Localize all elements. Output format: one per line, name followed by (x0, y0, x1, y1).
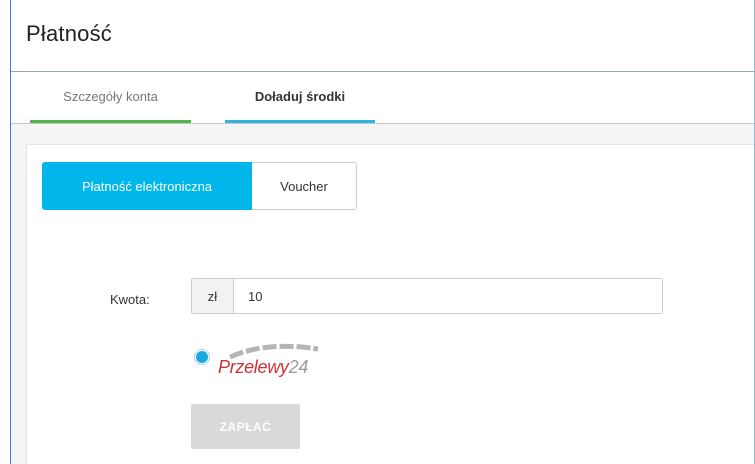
tab-bar: Szczegóły konta Doładuj środki (11, 72, 754, 124)
amount-label: Kwota: (110, 292, 150, 307)
voucher-button[interactable]: Voucher (252, 162, 357, 210)
amount-input[interactable] (234, 279, 662, 313)
provider-radio[interactable] (194, 349, 210, 365)
pay-button[interactable]: ZAPŁAĆ (191, 404, 300, 449)
electronic-payment-button[interactable]: Płatność elektroniczna (42, 162, 252, 210)
przelewy24-logo: Przelewy24 (218, 343, 328, 383)
content-area: Płatność elektroniczna Voucher Kwota: zł… (11, 124, 754, 464)
tab-account-details[interactable]: Szczegóły konta (30, 72, 191, 123)
logo-text-primary: Przelewy (218, 357, 289, 377)
logo-text-secondary: 24 (288, 357, 309, 377)
top-up-panel: Płatność elektroniczna Voucher Kwota: zł… (26, 144, 754, 464)
page-title: Płatność (26, 21, 112, 46)
payment-window: Płatność Szczegóły konta Doładuj środki … (10, 0, 755, 464)
tab-top-up[interactable]: Doładuj środki (225, 72, 375, 123)
currency-addon: zł (192, 279, 234, 313)
payment-method-toggle: Płatność elektroniczna Voucher (42, 162, 357, 210)
radio-selected-dot (196, 351, 208, 363)
amount-input-group: zł (191, 278, 663, 314)
logo-wordmark: Przelewy24 (218, 357, 308, 378)
